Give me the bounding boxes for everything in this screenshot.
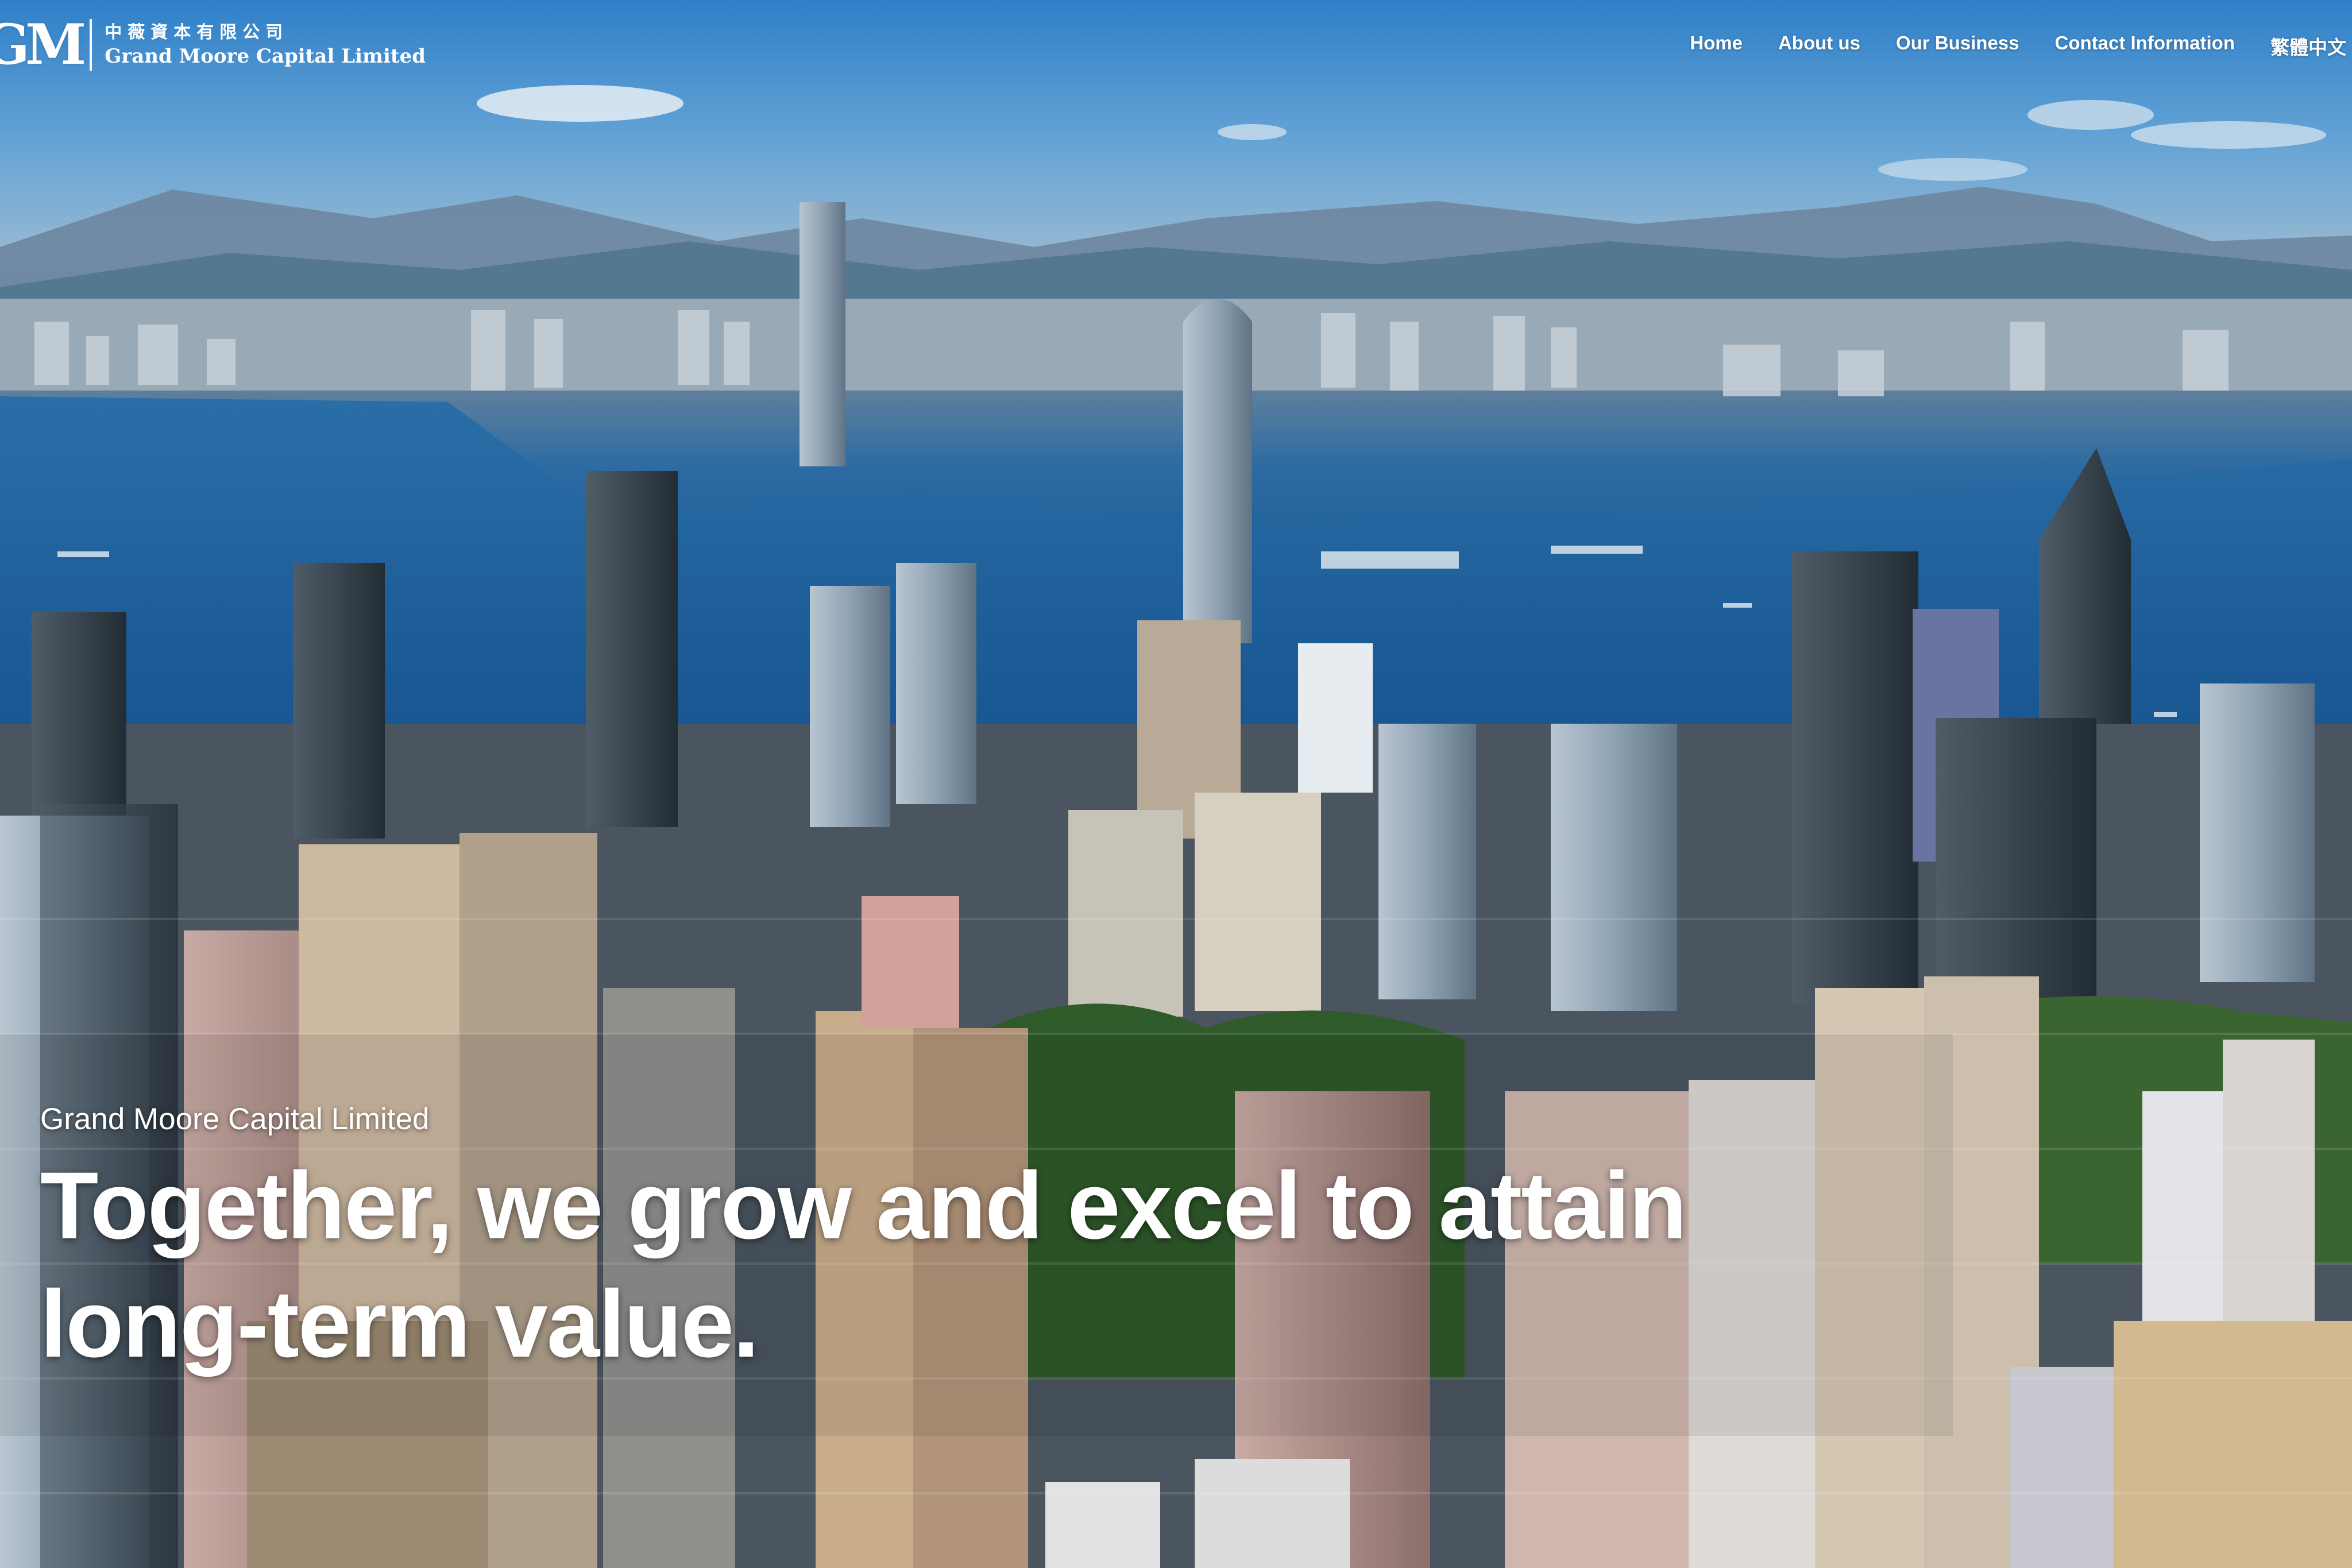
hero-headline: Together, we grow and excel to attain lo… <box>40 1153 1687 1377</box>
hero-eyebrow: Grand Moore Capital Limited <box>40 1102 430 1136</box>
nav-language-switch[interactable]: 繁體中文 <box>2270 32 2346 60</box>
nav-home[interactable]: Home <box>1690 32 1743 60</box>
nav-our-business[interactable]: Our Business <box>1896 32 2019 60</box>
hero-section: GM 中薇資本有限公司 Grand Moore Capital Limited … <box>0 0 2352 1568</box>
logo-divider <box>90 19 92 71</box>
top-navigation: GM 中薇資本有限公司 Grand Moore Capital Limited … <box>0 0 2352 98</box>
gm-logo-mark: GM <box>0 12 86 77</box>
hero-copy: Grand Moore Capital Limited Together, we… <box>40 1100 1936 1384</box>
nav-about-us[interactable]: About us <box>1778 32 1860 60</box>
logo-name-chinese: 中薇資本有限公司 <box>105 22 289 43</box>
company-logo[interactable]: GM 中薇資本有限公司 Grand Moore Capital Limited <box>0 17 426 72</box>
logo-text: 中薇資本有限公司 Grand Moore Capital Limited <box>105 21 426 68</box>
main-menu: Home About us Our Business Contact Infor… <box>1690 32 2346 60</box>
logo-name-english: Grand Moore Capital Limited <box>105 45 426 68</box>
nav-contact-information[interactable]: Contact Information <box>2055 32 2235 60</box>
